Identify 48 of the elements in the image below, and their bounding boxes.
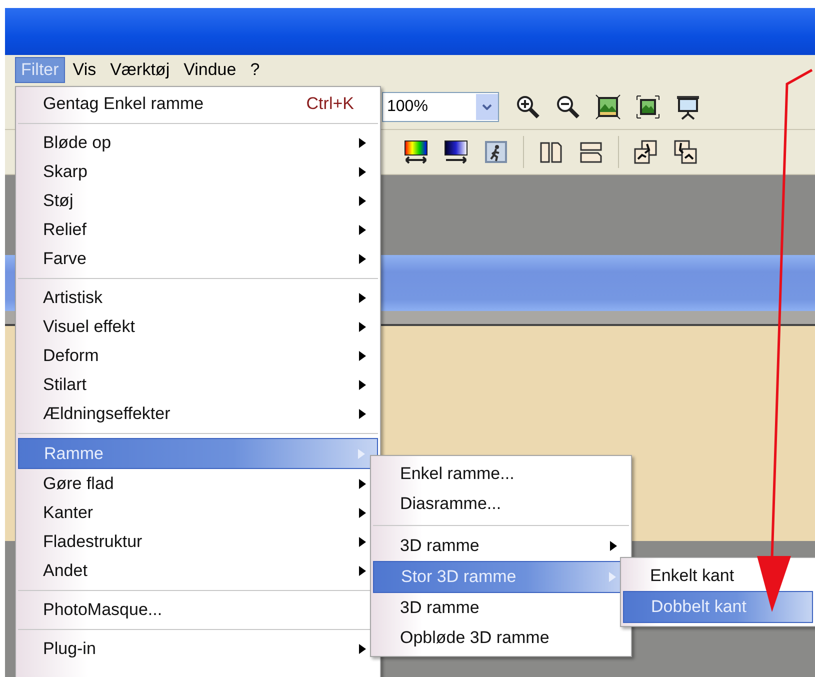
- submenu-arrow-icon: [359, 225, 366, 235]
- submenu-arrow-icon: [609, 572, 616, 582]
- zoom-out-icon[interactable]: [555, 94, 581, 120]
- menu-bar-item[interactable]: Vindue: [178, 57, 242, 83]
- submenu-arrow-icon: [359, 380, 366, 390]
- submenu-arrow-icon: [358, 449, 365, 459]
- submenu-arrow-icon: [359, 138, 366, 148]
- color-gradient-icon[interactable]: [403, 139, 429, 165]
- menu-item[interactable]: Gentag Enkel ramme Ctrl+K: [18, 89, 378, 118]
- submenu-arrow-icon: [359, 644, 366, 654]
- menu-item[interactable]: Bløde op: [18, 128, 378, 157]
- submenu-arrow-icon: [359, 566, 366, 576]
- menu-item[interactable]: Deform: [18, 341, 378, 370]
- menu-item[interactable]: 3D ramme: [373, 531, 629, 561]
- menu-item[interactable]: Farve: [18, 244, 378, 273]
- submenu-arrow-icon: [359, 254, 366, 264]
- photos-icon[interactable]: [633, 139, 659, 165]
- submenu-arrow-icon: [610, 541, 617, 551]
- menu-item[interactable]: Artistisk: [18, 283, 378, 312]
- menu-bar-item[interactable]: ?: [244, 57, 266, 83]
- menu-bar-item[interactable]: Vis: [66, 57, 102, 83]
- photos-icon[interactable]: [673, 139, 699, 165]
- submenu-arrow-icon: [359, 537, 366, 547]
- submenu-arrow-icon: [359, 409, 366, 419]
- menu-item[interactable]: Støj: [18, 186, 378, 215]
- gradient-arrow-icon[interactable]: [443, 139, 469, 165]
- submenu-arrow-icon: [359, 196, 366, 206]
- caret-icon: [482, 104, 492, 110]
- menu-item[interactable]: Ældningseffekter: [18, 399, 378, 428]
- menu-item[interactable]: Diasramme...: [373, 489, 629, 519]
- submenu-arrow-icon: [359, 322, 366, 332]
- submenu-arrow-icon: [359, 167, 366, 177]
- submenu-arrow-icon: [359, 479, 366, 489]
- menu-item[interactable]: Opbløde 3D ramme: [373, 623, 629, 653]
- menu-bar-item[interactable]: Værktøj: [104, 57, 176, 83]
- figure-frame-icon[interactable]: [483, 139, 509, 165]
- submenu-arrow-icon: [359, 351, 366, 361]
- menu-item[interactable]: Relief: [18, 215, 378, 244]
- picture-frame-icon[interactable]: [635, 94, 661, 120]
- projector-screen-icon[interactable]: [675, 94, 701, 120]
- submenu-arrow-icon: [359, 293, 366, 303]
- zoom-in-icon[interactable]: [515, 94, 541, 120]
- menu-item[interactable]: Visuel effekt: [18, 312, 378, 341]
- zoom-combo[interactable]: 100%: [382, 92, 499, 122]
- menu-item[interactable]: Stilart: [18, 370, 378, 399]
- menu-item[interactable]: Skarp: [18, 157, 378, 186]
- submenu-arrow-icon: [359, 508, 366, 518]
- picture-frame-icon[interactable]: [595, 94, 621, 120]
